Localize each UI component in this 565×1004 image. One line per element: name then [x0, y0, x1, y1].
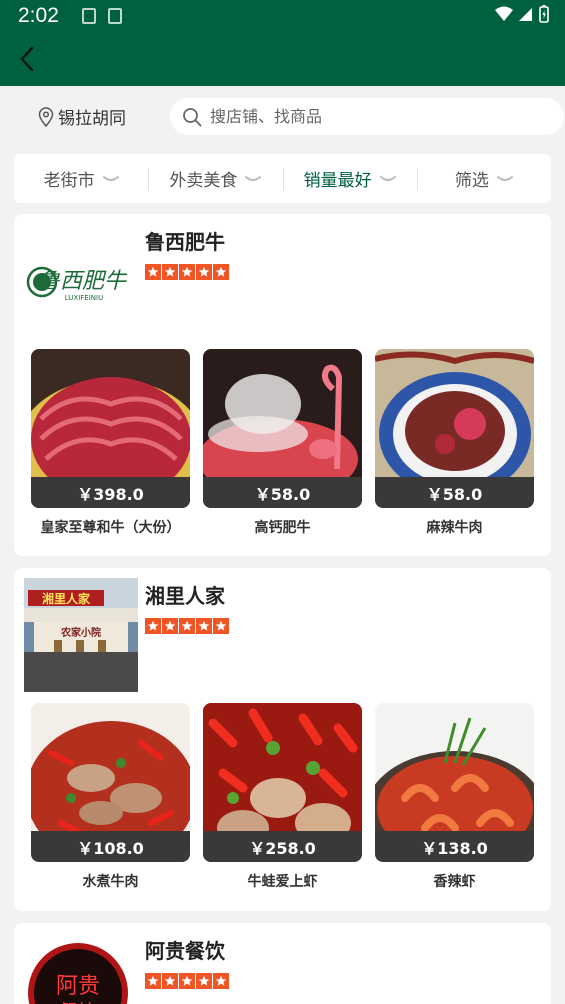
shop-name[interactable]: 湘里人家 — [145, 580, 225, 609]
product-price: ￥398.0 — [31, 477, 190, 508]
product-card[interactable]: ￥258.0 牛蛙爱上虾 — [203, 703, 362, 891]
product-list: ￥108.0 水煮牛肉 ￥258.0 牛蛙爱上虾 ￥138.0 香辣虾 — [31, 703, 534, 891]
star-icon — [162, 264, 178, 280]
product-image: ￥258.0 — [203, 703, 362, 862]
product-image: ￥398.0 — [31, 349, 190, 508]
star-icon — [196, 973, 212, 989]
product-name: 皇家至尊和牛（大份） — [40, 520, 181, 536]
shop-logo-subtext: LUXIFEINIU — [65, 294, 103, 302]
star-icon — [145, 618, 161, 634]
filter-label: 筛选 — [454, 171, 489, 191]
product-card[interactable]: ￥138.0 香辣虾 — [375, 703, 534, 891]
wifi-icon — [495, 6, 513, 21]
product-image: ￥58.0 — [375, 349, 534, 508]
product-list: ￥398.0 皇家至尊和牛（大份） ￥58.0 高钙肥牛 ￥58.0 麻辣牛肉 — [31, 349, 534, 537]
shop-logo-subtext: 餐饮 — [58, 1000, 98, 1004]
title-bar — [0, 34, 565, 86]
notification-icon — [108, 8, 122, 24]
chevron-down-icon — [496, 175, 513, 181]
product-name: 高钙肥牛 — [254, 520, 311, 536]
filter-screen[interactable]: 筛选 — [416, 154, 551, 203]
location-pin-icon — [38, 106, 54, 127]
star-icon — [196, 264, 212, 280]
product-price: ￥108.0 — [31, 831, 190, 862]
shop-card[interactable]: 湘里人家 农家小院 湘里人家 ￥108.0 水煮牛肉 ￥258.0 牛蛙爱上虾 … — [14, 568, 551, 911]
shop-logo-text: 阿贵 — [56, 974, 100, 999]
search-row: 锡拉胡同 — [0, 86, 565, 148]
product-name: 水煮牛肉 — [82, 874, 139, 890]
shop-logo-subtext: 农家小院 — [60, 626, 101, 639]
product-image: ￥138.0 — [375, 703, 534, 862]
product-image: ￥58.0 — [203, 349, 362, 508]
product-price: ￥258.0 — [203, 831, 362, 862]
product-name: 牛蛙爱上虾 — [247, 874, 318, 890]
star-icon — [145, 973, 161, 989]
chevron-down-icon — [245, 175, 262, 181]
product-price: ￥58.0 — [375, 477, 534, 508]
filter-old-street[interactable]: 老街市 — [14, 154, 148, 203]
product-card[interactable]: ￥58.0 高钙肥牛 — [203, 349, 362, 537]
filter-best-sales[interactable]: 销量最好 — [282, 154, 417, 203]
star-icon — [213, 618, 229, 634]
star-icon — [213, 973, 229, 989]
product-image: ￥108.0 — [31, 703, 190, 862]
search-icon — [183, 107, 202, 126]
filter-takeout-food[interactable]: 外卖美食 — [148, 154, 282, 203]
status-bar: 2:02 — [0, 0, 565, 34]
product-card[interactable]: ￥58.0 麻辣牛肉 — [375, 349, 534, 537]
notification-icon — [82, 8, 96, 24]
shop-logo: 阿贵 餐饮 — [24, 933, 138, 1004]
rating-stars — [145, 973, 229, 989]
rating-stars — [145, 264, 229, 280]
shop-name[interactable]: 阿贵餐饮 — [145, 935, 225, 964]
shop-card[interactable]: 鲁西肥牛 LUXIFEINIU 鲁西肥牛 ￥398.0 皇家至尊和牛（大份） ￥… — [14, 214, 551, 556]
status-time: 2:02 — [18, 4, 59, 27]
chevron-down-icon — [379, 175, 396, 181]
chevron-down-icon — [102, 175, 119, 181]
location-label: 锡拉胡同 — [58, 109, 126, 129]
star-icon — [162, 973, 178, 989]
star-icon — [179, 973, 195, 989]
shop-card[interactable]: 阿贵 餐饮 阿贵餐饮 — [14, 923, 551, 1004]
product-card[interactable]: ￥398.0 皇家至尊和牛（大份） — [31, 349, 190, 537]
search-input[interactable] — [210, 107, 530, 126]
product-price: ￥58.0 — [203, 477, 362, 508]
battery-icon — [539, 5, 549, 23]
star-icon — [213, 264, 229, 280]
product-name: 麻辣牛肉 — [426, 520, 483, 536]
filter-label: 外卖美食 — [169, 171, 238, 191]
star-icon — [145, 264, 161, 280]
star-icon — [179, 618, 195, 634]
shop-logo-text: 鲁西肥牛 — [38, 269, 128, 294]
location-selector[interactable]: 锡拉胡同 — [38, 104, 126, 129]
shop-logo: 湘里人家 农家小院 — [24, 578, 138, 692]
star-icon — [196, 618, 212, 634]
filter-label: 销量最好 — [303, 171, 372, 191]
filter-label: 老街市 — [43, 171, 95, 191]
star-icon — [162, 618, 178, 634]
product-price: ￥138.0 — [375, 831, 534, 862]
search-box[interactable] — [170, 98, 564, 135]
product-name: 香辣虾 — [433, 874, 476, 890]
filter-bar: 老街市 外卖美食 销量最好 筛选 — [14, 154, 551, 203]
shop-logo-text: 湘里人家 — [42, 591, 91, 606]
back-arrow-icon[interactable] — [14, 44, 44, 74]
star-icon — [179, 264, 195, 280]
shop-name[interactable]: 鲁西肥牛 — [145, 226, 225, 255]
signal-icon — [519, 8, 532, 21]
product-card[interactable]: ￥108.0 水煮牛肉 — [31, 703, 190, 891]
shop-logo: 鲁西肥牛 LUXIFEINIU — [24, 224, 138, 338]
rating-stars — [145, 618, 229, 634]
